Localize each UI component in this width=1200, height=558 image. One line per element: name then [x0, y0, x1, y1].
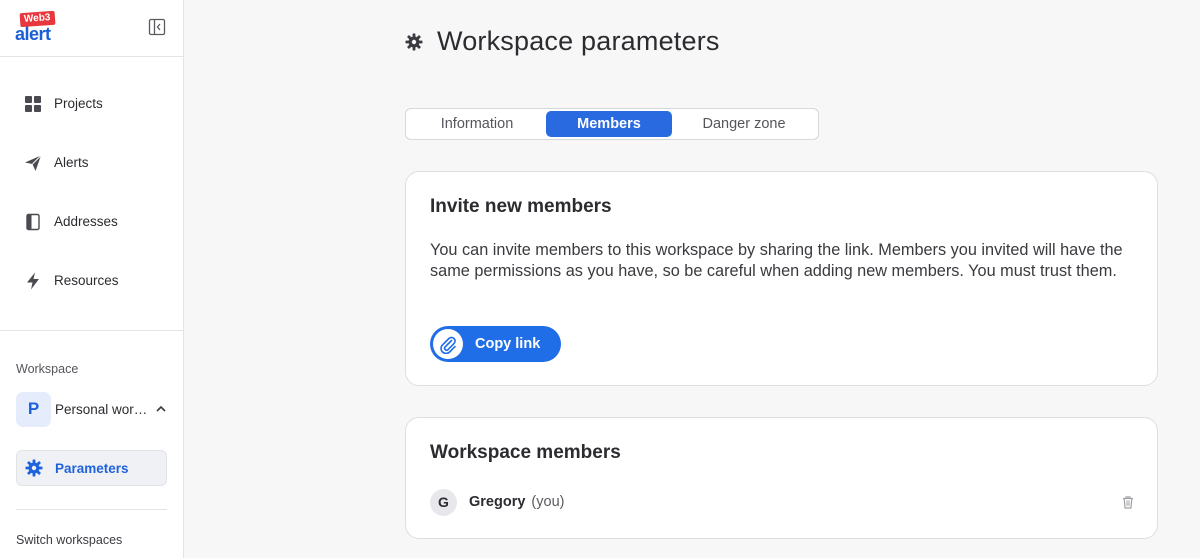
link-icon-wrapper	[433, 329, 463, 359]
sidebar-divider	[16, 509, 167, 510]
sidebar-nav: Projects Alerts Addresses Resources	[0, 57, 183, 331]
sidebar-item-label: Projects	[54, 96, 103, 111]
trash-icon	[1123, 496, 1133, 509]
invite-description: You can invite members to this workspace…	[430, 241, 1123, 280]
page-title: Workspace parameters	[437, 26, 720, 56]
member-you-tag: (you)	[531, 494, 565, 510]
gear-icon	[405, 33, 423, 50]
lightning-icon	[24, 272, 42, 290]
copy-link-button[interactable]: Copy link	[430, 326, 561, 362]
tab-bar: Information Members Danger zone	[405, 108, 819, 140]
logo-area: Web3 alert	[0, 0, 183, 57]
member-name: Gregory	[469, 494, 526, 510]
gear-icon	[25, 459, 43, 477]
collapse-sidebar-button[interactable]	[148, 18, 166, 36]
switch-workspaces-label: Switch workspaces	[16, 533, 123, 547]
invite-card: Invite new members You can invite member…	[405, 171, 1158, 386]
delete-member-button[interactable]	[1121, 495, 1135, 509]
sidebar-item-label: Resources	[54, 273, 119, 288]
sidebar-item-label: Addresses	[54, 214, 118, 229]
sidebar-item-parameters[interactable]: Parameters	[16, 450, 167, 486]
sidebar-item-addresses[interactable]: Addresses	[0, 192, 183, 251]
logo[interactable]: Web3 alert	[15, 10, 61, 44]
workspace-section-label: Workspace	[16, 362, 79, 376]
paper-plane-icon	[24, 154, 42, 172]
workspace-name: Personal workspace	[55, 401, 151, 417]
grid-icon	[24, 95, 42, 113]
chevron-up-icon	[156, 405, 166, 412]
book-icon	[24, 213, 42, 231]
sidebar-item-alerts[interactable]: Alerts	[0, 133, 183, 192]
paperclip-icon	[440, 336, 456, 354]
tab-members[interactable]: Members	[546, 111, 672, 137]
sidebar: Web3 alert Projects Alerts Addresses Res…	[0, 0, 184, 558]
members-card: Workspace members G Gregory (you)	[405, 417, 1158, 539]
invite-title: Invite new members	[430, 196, 612, 217]
tab-information[interactable]: Information	[408, 111, 546, 137]
sidebar-item-resources[interactable]: Resources	[0, 251, 183, 310]
members-title: Workspace members	[430, 442, 621, 463]
logo-text: alert	[15, 24, 51, 44]
sidebar-collapse-icon	[148, 18, 166, 36]
avatar: G	[430, 488, 457, 516]
sidebar-item-label: Parameters	[55, 460, 129, 476]
sidebar-item-label: Alerts	[54, 155, 89, 170]
copy-link-label: Copy link	[475, 336, 541, 352]
page-header: Workspace parameters	[405, 26, 720, 57]
sidebar-item-projects[interactable]: Projects	[0, 74, 183, 133]
workspace-selector[interactable]: P Personal workspace	[16, 391, 168, 427]
workspace-avatar: P	[16, 391, 51, 427]
list-item: G Gregory (you)	[430, 488, 1135, 516]
tab-danger-zone[interactable]: Danger zone	[672, 111, 816, 137]
